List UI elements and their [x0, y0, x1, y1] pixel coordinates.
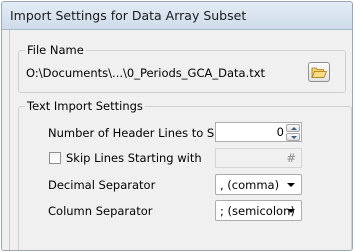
browse-file-button[interactable] — [308, 62, 330, 82]
column-separator-select[interactable]: ; (semicolon) — [215, 200, 302, 221]
dialog-window: Import Settings for Data Array Subset Fi… — [1, 1, 353, 251]
window-title: Import Settings for Data Array Subset — [10, 8, 247, 23]
skip-lines-label[interactable]: Skip Lines Starting with — [66, 151, 202, 165]
skip-lines-prefix-value: # — [286, 151, 296, 165]
header-lines-value[interactable]: 0 — [277, 125, 284, 139]
decimal-separator-select[interactable]: , (comma) — [215, 174, 302, 195]
chevron-down-icon — [291, 136, 297, 139]
title-bar[interactable]: Import Settings for Data Array Subset — [2, 2, 352, 30]
decimal-separator-value: , (comma) — [220, 178, 280, 192]
file-path-text: O:\Documents\...\0_Periods_GCA_Data.txt — [26, 66, 266, 80]
dialog-body: File Name O:\Documents\...\0_Periods_GCA… — [9, 30, 352, 250]
chevron-down-icon — [287, 183, 295, 187]
column-separator-value: ; (semicolon) — [220, 204, 295, 218]
header-lines-spin-buttons — [286, 124, 300, 141]
skip-lines-checkbox[interactable] — [49, 152, 61, 164]
folder-open-icon — [311, 67, 328, 78]
chevron-up-icon — [291, 127, 297, 130]
header-lines-spinner[interactable]: 0 — [215, 122, 302, 142]
decimal-separator-label: Decimal Separator — [48, 178, 156, 192]
chevron-down-icon — [287, 209, 295, 213]
column-separator-label: Column Separator — [48, 204, 153, 218]
skip-lines-prefix-field: # — [215, 148, 302, 168]
file-name-group-label: File Name — [27, 43, 84, 57]
text-import-group-label: Text Import Settings — [27, 99, 143, 113]
header-lines-label: Number of Header Lines to Skip — [48, 126, 232, 140]
spin-up-button[interactable] — [286, 124, 300, 132]
spin-down-button[interactable] — [286, 133, 300, 141]
